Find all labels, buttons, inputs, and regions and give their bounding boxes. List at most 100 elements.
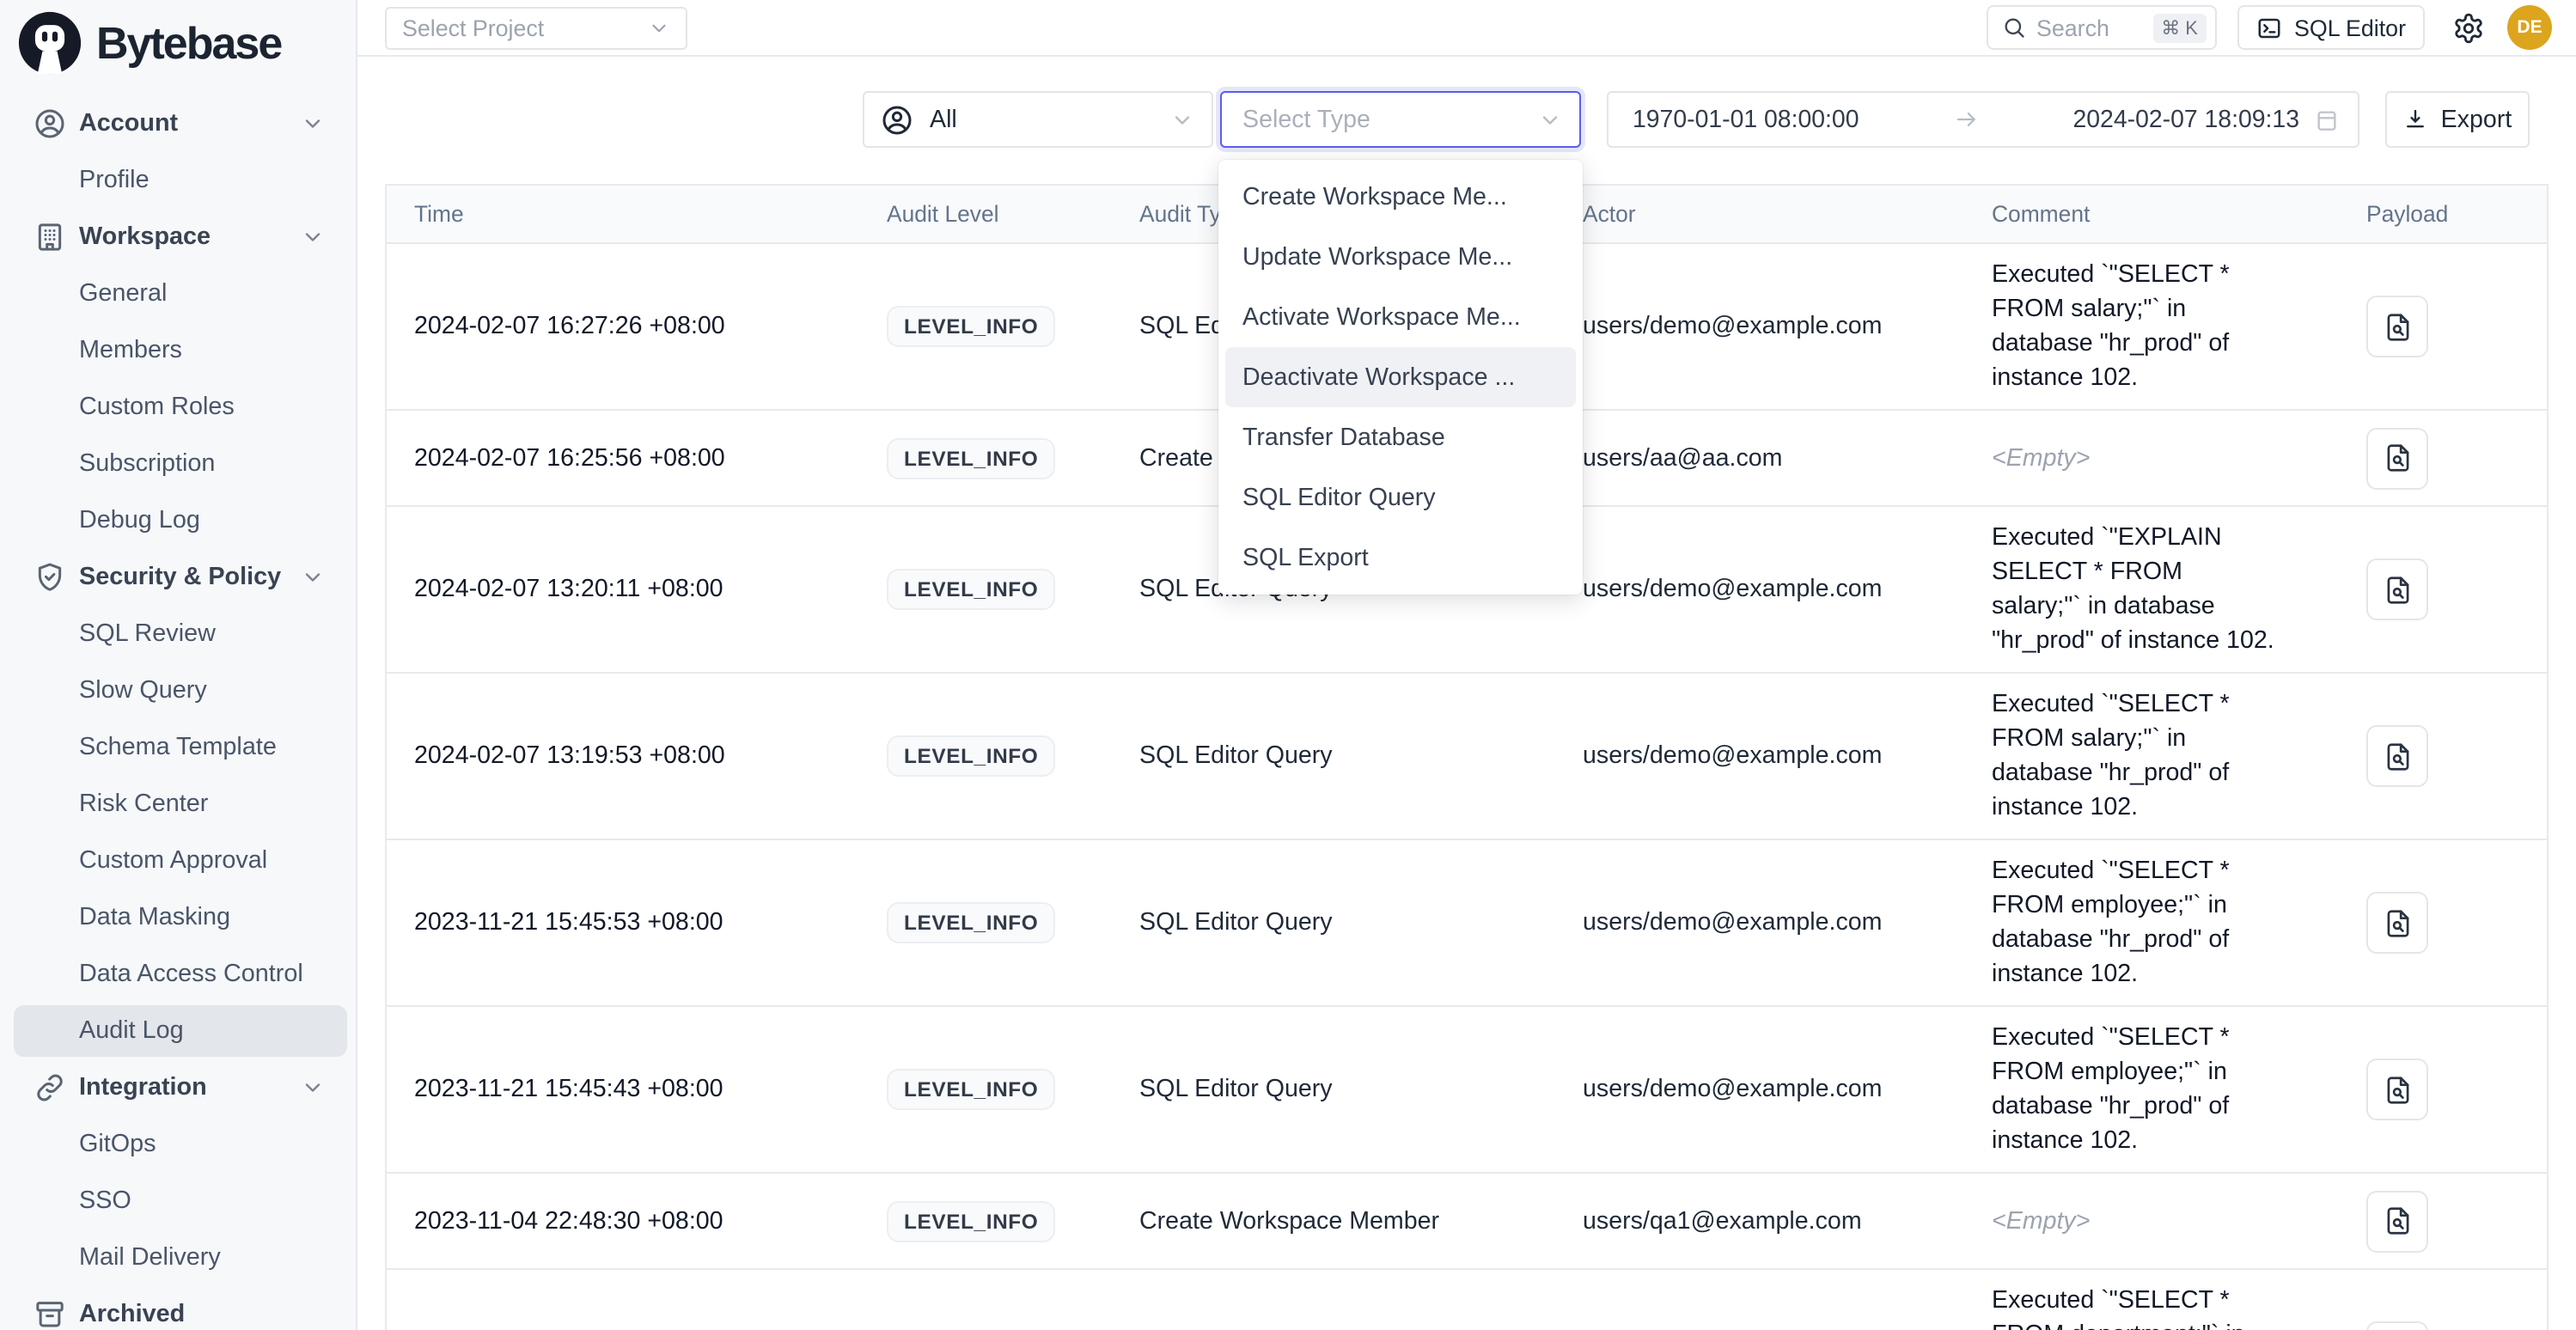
column-header-payload: Payload bbox=[2339, 201, 2547, 227]
sidebar-item-mail-delivery[interactable]: Mail Delivery bbox=[0, 1229, 356, 1285]
sidebar-section-workspace[interactable]: Workspace bbox=[0, 208, 356, 265]
sidebar-label: Security & Policy bbox=[79, 563, 281, 590]
sidebar-section-integration[interactable]: Integration bbox=[0, 1059, 356, 1115]
cell-payload bbox=[2339, 725, 2547, 787]
type-option-label: Update Workspace Me... bbox=[1242, 243, 1512, 271]
payload-view-button[interactable] bbox=[2366, 427, 2428, 489]
cell-actor: users/demo@example.com bbox=[1555, 1076, 1964, 1103]
brand-logo[interactable]: Bytebase bbox=[0, 0, 356, 86]
date-range-picker[interactable]: 1970-01-01 08:00:00 2024-02-07 18:09:13 bbox=[1607, 91, 2359, 148]
project-select-placeholder: Select Project bbox=[402, 15, 544, 40]
type-option-create-workspace-me[interactable]: Create Workspace Me... bbox=[1218, 167, 1583, 227]
column-header-actor: Actor bbox=[1555, 201, 1964, 227]
cell-payload bbox=[2339, 892, 2547, 954]
sidebar-item-data-access-control[interactable]: Data Access Control bbox=[0, 945, 356, 1002]
sidebar-label: Custom Approval bbox=[79, 846, 267, 874]
date-start-value: 1970-01-01 08:00:00 bbox=[1633, 106, 1859, 133]
brand-name: Bytebase bbox=[96, 16, 281, 70]
table-row: 2023-11-21 15:45:53 +08:00LEVEL_INFOSQL … bbox=[387, 840, 2547, 1007]
type-option-activate-workspace-me[interactable]: Activate Workspace Me... bbox=[1218, 287, 1583, 347]
chevron-down-icon bbox=[301, 564, 325, 589]
cell-actor: users/demo@example.com bbox=[1555, 742, 1964, 770]
sidebar-item-members[interactable]: Members bbox=[0, 321, 356, 378]
table-row: 2024-02-07 13:19:53 +08:00LEVEL_INFOSQL … bbox=[387, 674, 2547, 840]
cell-audit-level: LEVEL_INFO bbox=[859, 1069, 1112, 1110]
gear-icon[interactable] bbox=[2452, 11, 2485, 44]
cell-audit-type: SQL Editor Query bbox=[1112, 742, 1555, 770]
sidebar-item-audit-log[interactable]: Audit Log bbox=[0, 1002, 356, 1059]
chevron-down-icon bbox=[301, 1075, 325, 1099]
sidebar-item-custom-approval[interactable]: Custom Approval bbox=[0, 832, 356, 888]
sidebar-item-sql-review[interactable]: SQL Review bbox=[0, 605, 356, 662]
column-header-comment: Comment bbox=[1964, 201, 2339, 227]
cell-comment: Executed `"SELECT * FROM salary;"` in da… bbox=[1964, 244, 2311, 409]
payload-view-button[interactable] bbox=[2366, 1321, 2428, 1330]
cell-audit-type: SQL Editor Query bbox=[1112, 909, 1555, 936]
type-option-sql-editor-query[interactable]: SQL Editor Query bbox=[1218, 467, 1583, 528]
sidebar-item-profile[interactable]: Profile bbox=[0, 151, 356, 208]
cell-comment: Executed `"SELECT * FROM salary;"` in da… bbox=[1964, 674, 2311, 839]
export-button[interactable]: Export bbox=[2385, 91, 2530, 148]
type-option-label: Activate Workspace Me... bbox=[1242, 303, 1521, 331]
cell-time: 2023-11-04 22:48:30 +08:00 bbox=[387, 1207, 859, 1235]
sidebar-label: Mail Delivery bbox=[79, 1243, 221, 1271]
cell-payload bbox=[2339, 558, 2547, 620]
sidebar-item-schema-template[interactable]: Schema Template bbox=[0, 718, 356, 775]
sidebar-label: Audit Log bbox=[79, 1016, 184, 1044]
type-option-update-workspace-me[interactable]: Update Workspace Me... bbox=[1218, 227, 1583, 287]
cell-comment: Executed `"SELECT * FROM employee;"` in … bbox=[1964, 1007, 2311, 1172]
payload-view-button[interactable] bbox=[2366, 558, 2428, 620]
sidebar-item-general[interactable]: General bbox=[0, 265, 356, 321]
payload-view-button[interactable] bbox=[2366, 296, 2428, 357]
payload-view-button[interactable] bbox=[2366, 725, 2428, 787]
link-icon bbox=[33, 1070, 67, 1104]
type-option-label: Transfer Database bbox=[1242, 424, 1445, 451]
table-row: 2023-11-04 21:26:24 +08:00LEVEL_INFOSQL … bbox=[387, 1270, 2547, 1330]
cell-actor: users/qa1@example.com bbox=[1555, 1207, 1964, 1235]
sidebar-section-account[interactable]: Account bbox=[0, 95, 356, 151]
sidebar-item-data-masking[interactable]: Data Masking bbox=[0, 888, 356, 945]
sidebar-item-risk-center[interactable]: Risk Center bbox=[0, 775, 356, 832]
cell-payload bbox=[2339, 1190, 2547, 1252]
project-select[interactable]: Select Project bbox=[385, 6, 687, 49]
avatar[interactable]: DE bbox=[2507, 5, 2552, 50]
sidebar-item-slow-query[interactable]: Slow Query bbox=[0, 662, 356, 718]
building-icon bbox=[33, 219, 67, 253]
type-dropdown-menu: Create Workspace Me... Update Workspace M… bbox=[1218, 160, 1583, 595]
audit-level-badge: LEVEL_INFO bbox=[887, 1069, 1055, 1110]
download-icon bbox=[2403, 107, 2429, 132]
sidebar-label: Workspace bbox=[79, 223, 211, 250]
sidebar-item-debug-log[interactable]: Debug Log bbox=[0, 491, 356, 548]
chevron-down-icon bbox=[1170, 107, 1194, 131]
date-end-value: 2024-02-07 18:09:13 bbox=[2073, 106, 2300, 133]
search-input[interactable]: Search ⌘ K bbox=[1987, 5, 2217, 50]
column-header-time: Time bbox=[387, 201, 859, 227]
table-row: 2023-11-04 22:48:30 +08:00 LEVEL_INFO Crea… bbox=[387, 1174, 2547, 1270]
sidebar-label: Risk Center bbox=[79, 790, 208, 817]
bytebase-logo-icon bbox=[17, 10, 82, 76]
type-option-transfer-database[interactable]: Transfer Database bbox=[1218, 407, 1583, 467]
sidebar-item-subscription[interactable]: Subscription bbox=[0, 435, 356, 491]
sidebar-label: Data Access Control bbox=[79, 960, 303, 987]
cell-audit-type: Create Workspace Member bbox=[1112, 1207, 1555, 1235]
sidebar-item-gitops[interactable]: GitOps bbox=[0, 1115, 356, 1172]
cell-audit-level: LEVEL_INFO bbox=[859, 306, 1112, 347]
sidebar-label: SQL Review bbox=[79, 619, 216, 647]
cell-payload bbox=[2339, 1321, 2547, 1330]
payload-view-button[interactable] bbox=[2366, 892, 2428, 954]
arrow-right-icon bbox=[1859, 107, 2073, 132]
type-filter-select[interactable]: Select Type bbox=[1220, 91, 1581, 148]
payload-view-button[interactable] bbox=[2366, 1190, 2428, 1252]
sidebar-item-custom-roles[interactable]: Custom Roles bbox=[0, 378, 356, 435]
type-option-sql-export[interactable]: SQL Export bbox=[1218, 528, 1583, 588]
payload-view-button[interactable] bbox=[2366, 1059, 2428, 1120]
sql-editor-label: SQL Editor bbox=[2294, 15, 2406, 40]
audit-level-badge: LEVEL_INFO bbox=[887, 1200, 1055, 1242]
type-option-deactivate-workspace[interactable]: Deactivate Workspace ... bbox=[1218, 347, 1583, 407]
sql-editor-button[interactable]: SQL Editor bbox=[2237, 5, 2425, 50]
sidebar-section-archived[interactable]: Archived bbox=[0, 1285, 356, 1330]
sidebar-label: GitOps bbox=[79, 1130, 156, 1157]
sidebar-section-security-policy[interactable]: Security & Policy bbox=[0, 548, 356, 605]
actor-filter-select[interactable]: All bbox=[863, 91, 1213, 148]
sidebar-item-sso[interactable]: SSO bbox=[0, 1172, 356, 1229]
